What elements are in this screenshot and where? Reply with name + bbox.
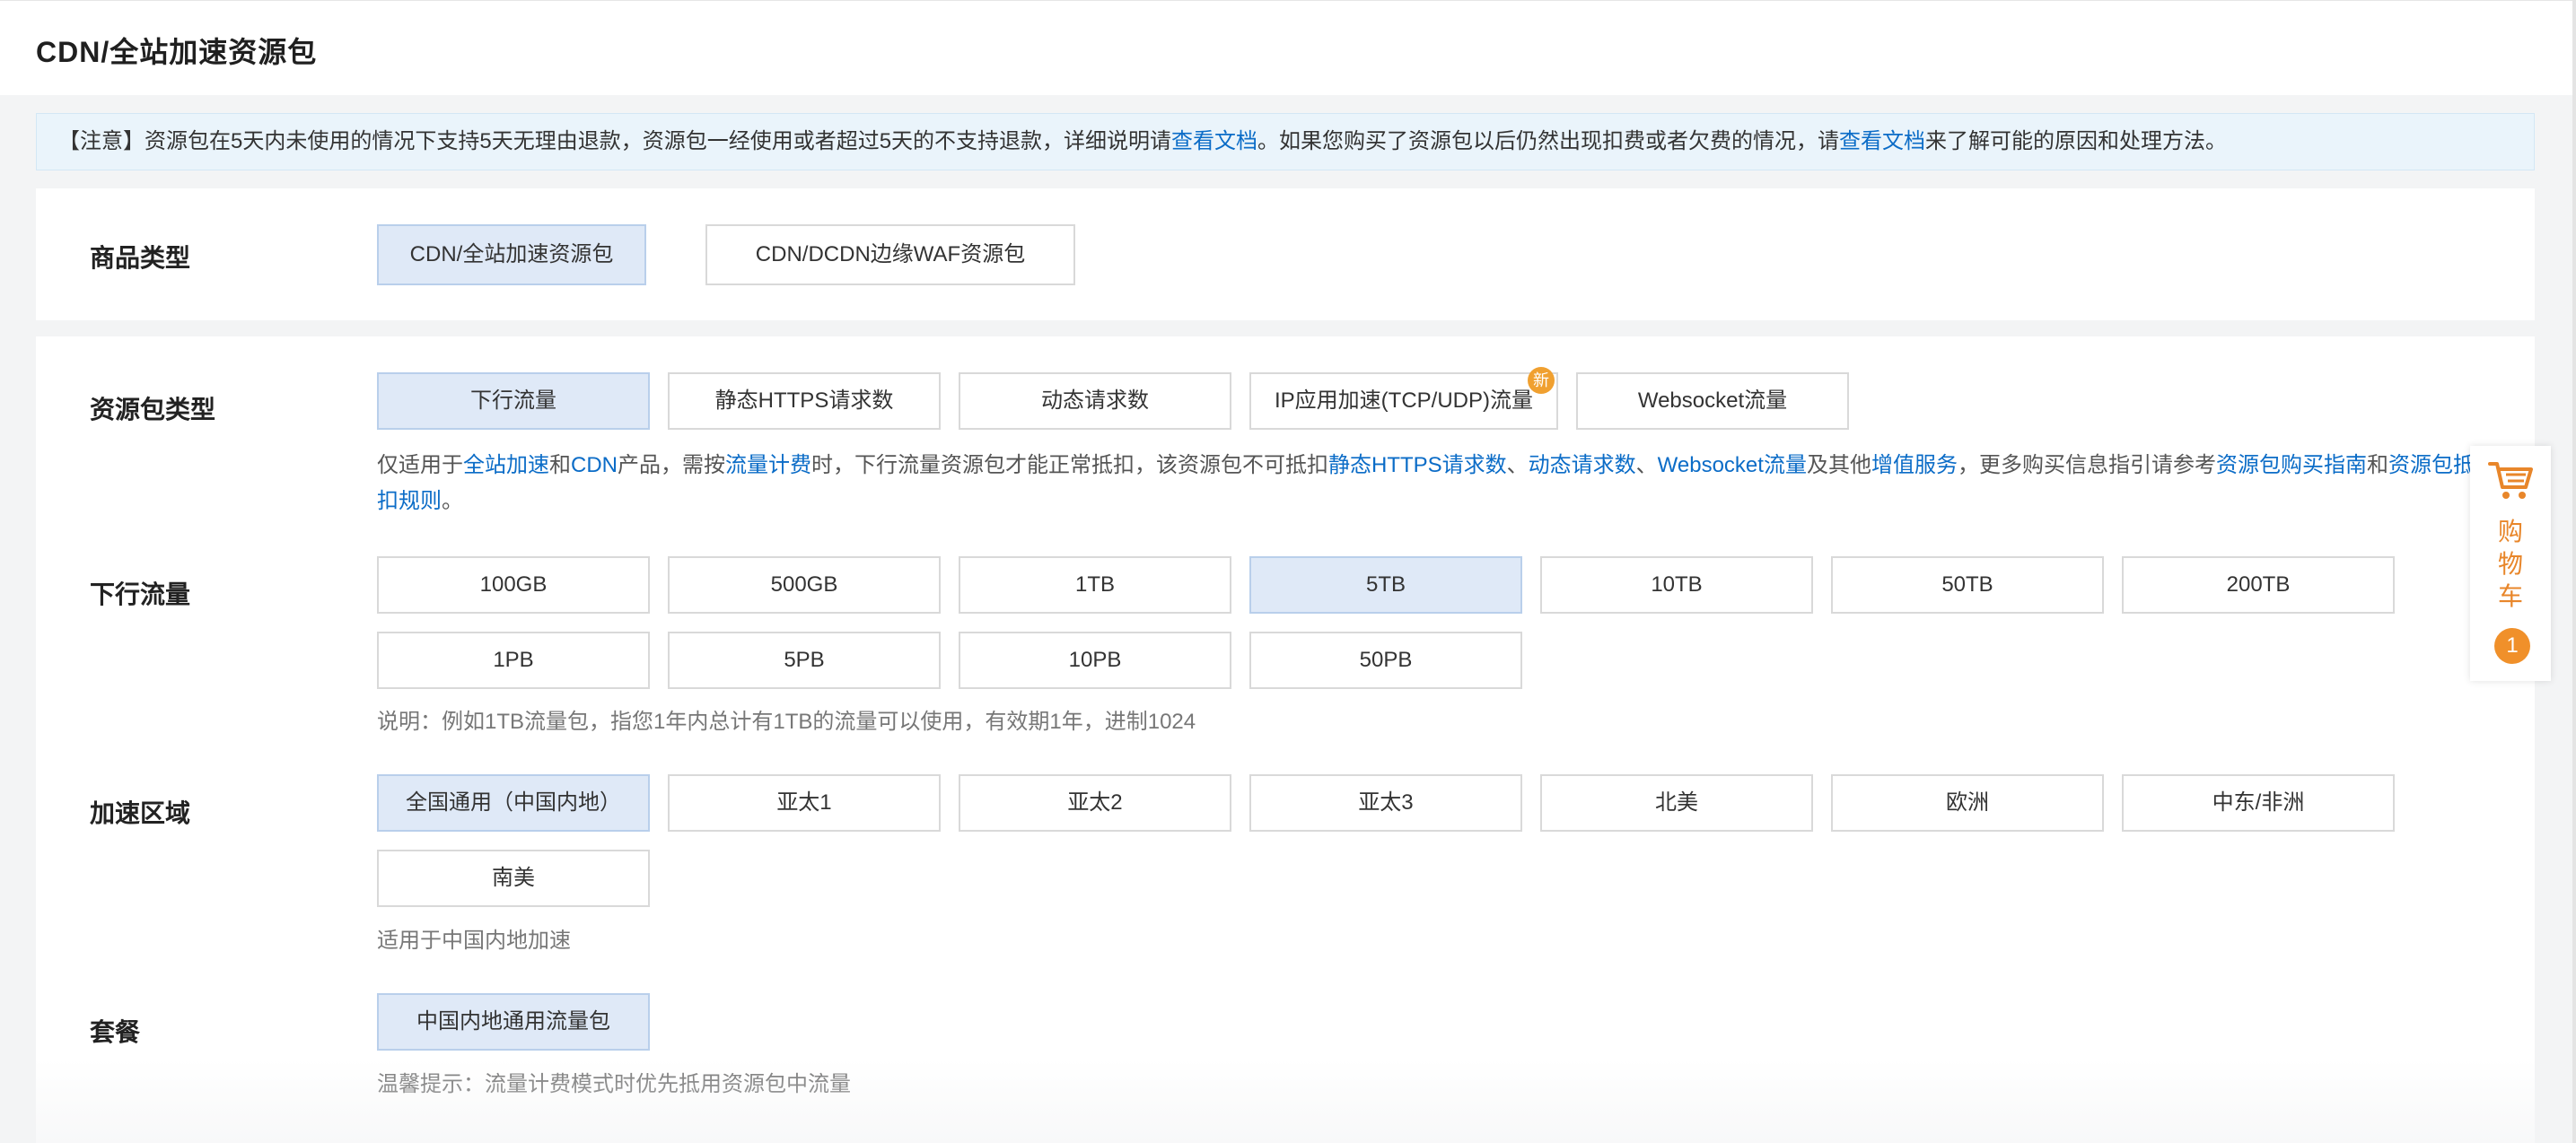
- region-label: 加速区域: [90, 799, 191, 827]
- cart-count-badge: 1: [2494, 628, 2530, 664]
- notice-text-3: 来了解可能的原因和处理方法。: [1925, 129, 2228, 153]
- traffic-note: 说明：例如1TB流量包，指您1年内总计有1TB的流量可以使用，有效期1年，进制1…: [377, 710, 1196, 734]
- cart-label-char: 购: [2497, 518, 2523, 545]
- package-type-description: 仅适用于全站加速和CDN产品，需按流量计费时，下行流量资源包才能正常抵扣，该资源…: [377, 448, 2513, 519]
- link-deduction-rules[interactable]: 资源包抵: [2388, 453, 2475, 477]
- desc-text: 仅适用于: [377, 453, 463, 477]
- desc-text: 、: [1506, 453, 1529, 477]
- traffic-option-10pb[interactable]: 10PB: [959, 632, 1231, 689]
- region-option-south-america[interactable]: 南美: [377, 850, 650, 907]
- ip-acceleration-label: IP应用加速(TCP/UDP)流量: [1275, 388, 1533, 413]
- region-option-mainland[interactable]: 全国通用（中国内地）: [377, 774, 650, 832]
- product-type-panel: 商品类型 CDN/全站加速资源包 CDN/DCDN边缘WAF资源包: [36, 188, 2535, 320]
- traffic-option-5tb[interactable]: 5TB: [1249, 556, 1522, 614]
- link-websocket[interactable]: Websocket流量: [1658, 453, 1807, 477]
- desc-text: 、: [1635, 453, 1658, 477]
- plan-label: 套餐: [90, 1018, 141, 1046]
- notice-doc-link-1[interactable]: 查看文档: [1171, 129, 1257, 153]
- link-static-https[interactable]: 静态HTTPS请求数: [1328, 453, 1507, 477]
- region-option-apac1[interactable]: 亚太1: [668, 774, 941, 832]
- package-type-label: 资源包类型: [90, 396, 216, 423]
- desc-text: 产品，需按: [618, 453, 725, 477]
- region-option-europe[interactable]: 欧洲: [1831, 774, 2104, 832]
- package-option-dynamic-requests[interactable]: 动态请求数: [959, 372, 1231, 430]
- link-value-added[interactable]: 增值服务: [1871, 453, 1958, 477]
- desc-text: 及其他: [1806, 453, 1871, 477]
- cart-label: 购 物 车: [2470, 516, 2551, 613]
- desc-text: 。: [442, 489, 463, 513]
- package-option-websocket[interactable]: Websocket流量: [1576, 372, 1849, 430]
- traffic-option-200tb[interactable]: 200TB: [2122, 556, 2395, 614]
- region-option-apac2[interactable]: 亚太2: [959, 774, 1231, 832]
- link-purchase-guide[interactable]: 资源包购买指南: [2216, 453, 2367, 477]
- traffic-option-5pb[interactable]: 5PB: [668, 632, 941, 689]
- page-header: CDN/全站加速资源包: [0, 0, 2576, 95]
- new-badge: 新: [1528, 367, 1555, 394]
- traffic-label: 下行流量: [90, 580, 191, 608]
- traffic-option-10tb[interactable]: 10TB: [1540, 556, 1813, 614]
- traffic-option-50pb[interactable]: 50PB: [1249, 632, 1522, 689]
- link-deduction-rules-cont[interactable]: 扣规则: [377, 489, 442, 513]
- notice-doc-link-2[interactable]: 查看文档: [1839, 129, 1925, 153]
- traffic-option-500gb[interactable]: 500GB: [668, 556, 941, 614]
- traffic-option-1tb[interactable]: 1TB: [959, 556, 1231, 614]
- region-option-middle-east-africa[interactable]: 中东/非洲: [2122, 774, 2395, 832]
- package-option-downlink-traffic[interactable]: 下行流量: [377, 372, 650, 430]
- package-option-ip-acceleration[interactable]: IP应用加速(TCP/UDP)流量 新: [1249, 367, 1558, 430]
- page-title: CDN/全站加速资源包: [36, 36, 318, 68]
- traffic-option-50tb[interactable]: 50TB: [1831, 556, 2104, 614]
- traffic-option-1pb[interactable]: 1PB: [377, 632, 650, 689]
- package-option-static-https[interactable]: 静态HTTPS请求数: [668, 372, 941, 430]
- notice-text-2: 。如果您购买了资源包以后仍然出现扣费或者欠费的情况，请: [1257, 129, 1840, 153]
- link-dcdn[interactable]: 全站加速: [463, 453, 549, 477]
- notice-text-1: 【注意】资源包在5天内未使用的情况下支持5天无理由退款，资源包一经使用或者超过5…: [58, 129, 1172, 153]
- desc-text: 时，下行流量资源包才能正常抵扣，该资源包不可抵扣: [811, 453, 1328, 477]
- config-panel: 资源包类型 下行流量 静态HTTPS请求数 动态请求数 IP应用加速(TCP/U…: [36, 336, 2535, 1143]
- plan-option-mainland-traffic[interactable]: 中国内地通用流量包: [377, 993, 650, 1051]
- link-dynamic-requests[interactable]: 动态请求数: [1529, 453, 1636, 477]
- desc-text: ，更多购买信息指引请参考: [1957, 453, 2216, 477]
- region-note: 适用于中国内地加速: [377, 929, 571, 953]
- desc-text: 和: [549, 453, 571, 477]
- product-option-waf-package[interactable]: CDN/DCDN边缘WAF资源包: [705, 224, 1075, 285]
- shopping-cart-icon: [2488, 462, 2533, 499]
- region-option-apac3[interactable]: 亚太3: [1249, 774, 1522, 832]
- traffic-option-100gb[interactable]: 100GB: [377, 556, 650, 614]
- link-traffic-billing[interactable]: 流量计费: [725, 453, 811, 477]
- product-type-label: 商品类型: [90, 244, 191, 272]
- shopping-cart-widget[interactable]: 购 物 车 1: [2470, 446, 2551, 681]
- notice-banner: 【注意】资源包在5天内未使用的情况下支持5天无理由退款，资源包一经使用或者超过5…: [36, 113, 2535, 170]
- plan-note: 温馨提示：流量计费模式时优先抵用资源包中流量: [377, 1072, 851, 1096]
- scroll-edge: [2572, 0, 2576, 1143]
- cart-label-char: 车: [2497, 582, 2523, 610]
- product-option-cdn-package[interactable]: CDN/全站加速资源包: [377, 224, 646, 285]
- region-option-north-america[interactable]: 北美: [1540, 774, 1813, 832]
- desc-text: 和: [2366, 453, 2388, 477]
- link-cdn[interactable]: CDN: [571, 453, 618, 477]
- cart-label-char: 物: [2497, 550, 2523, 578]
